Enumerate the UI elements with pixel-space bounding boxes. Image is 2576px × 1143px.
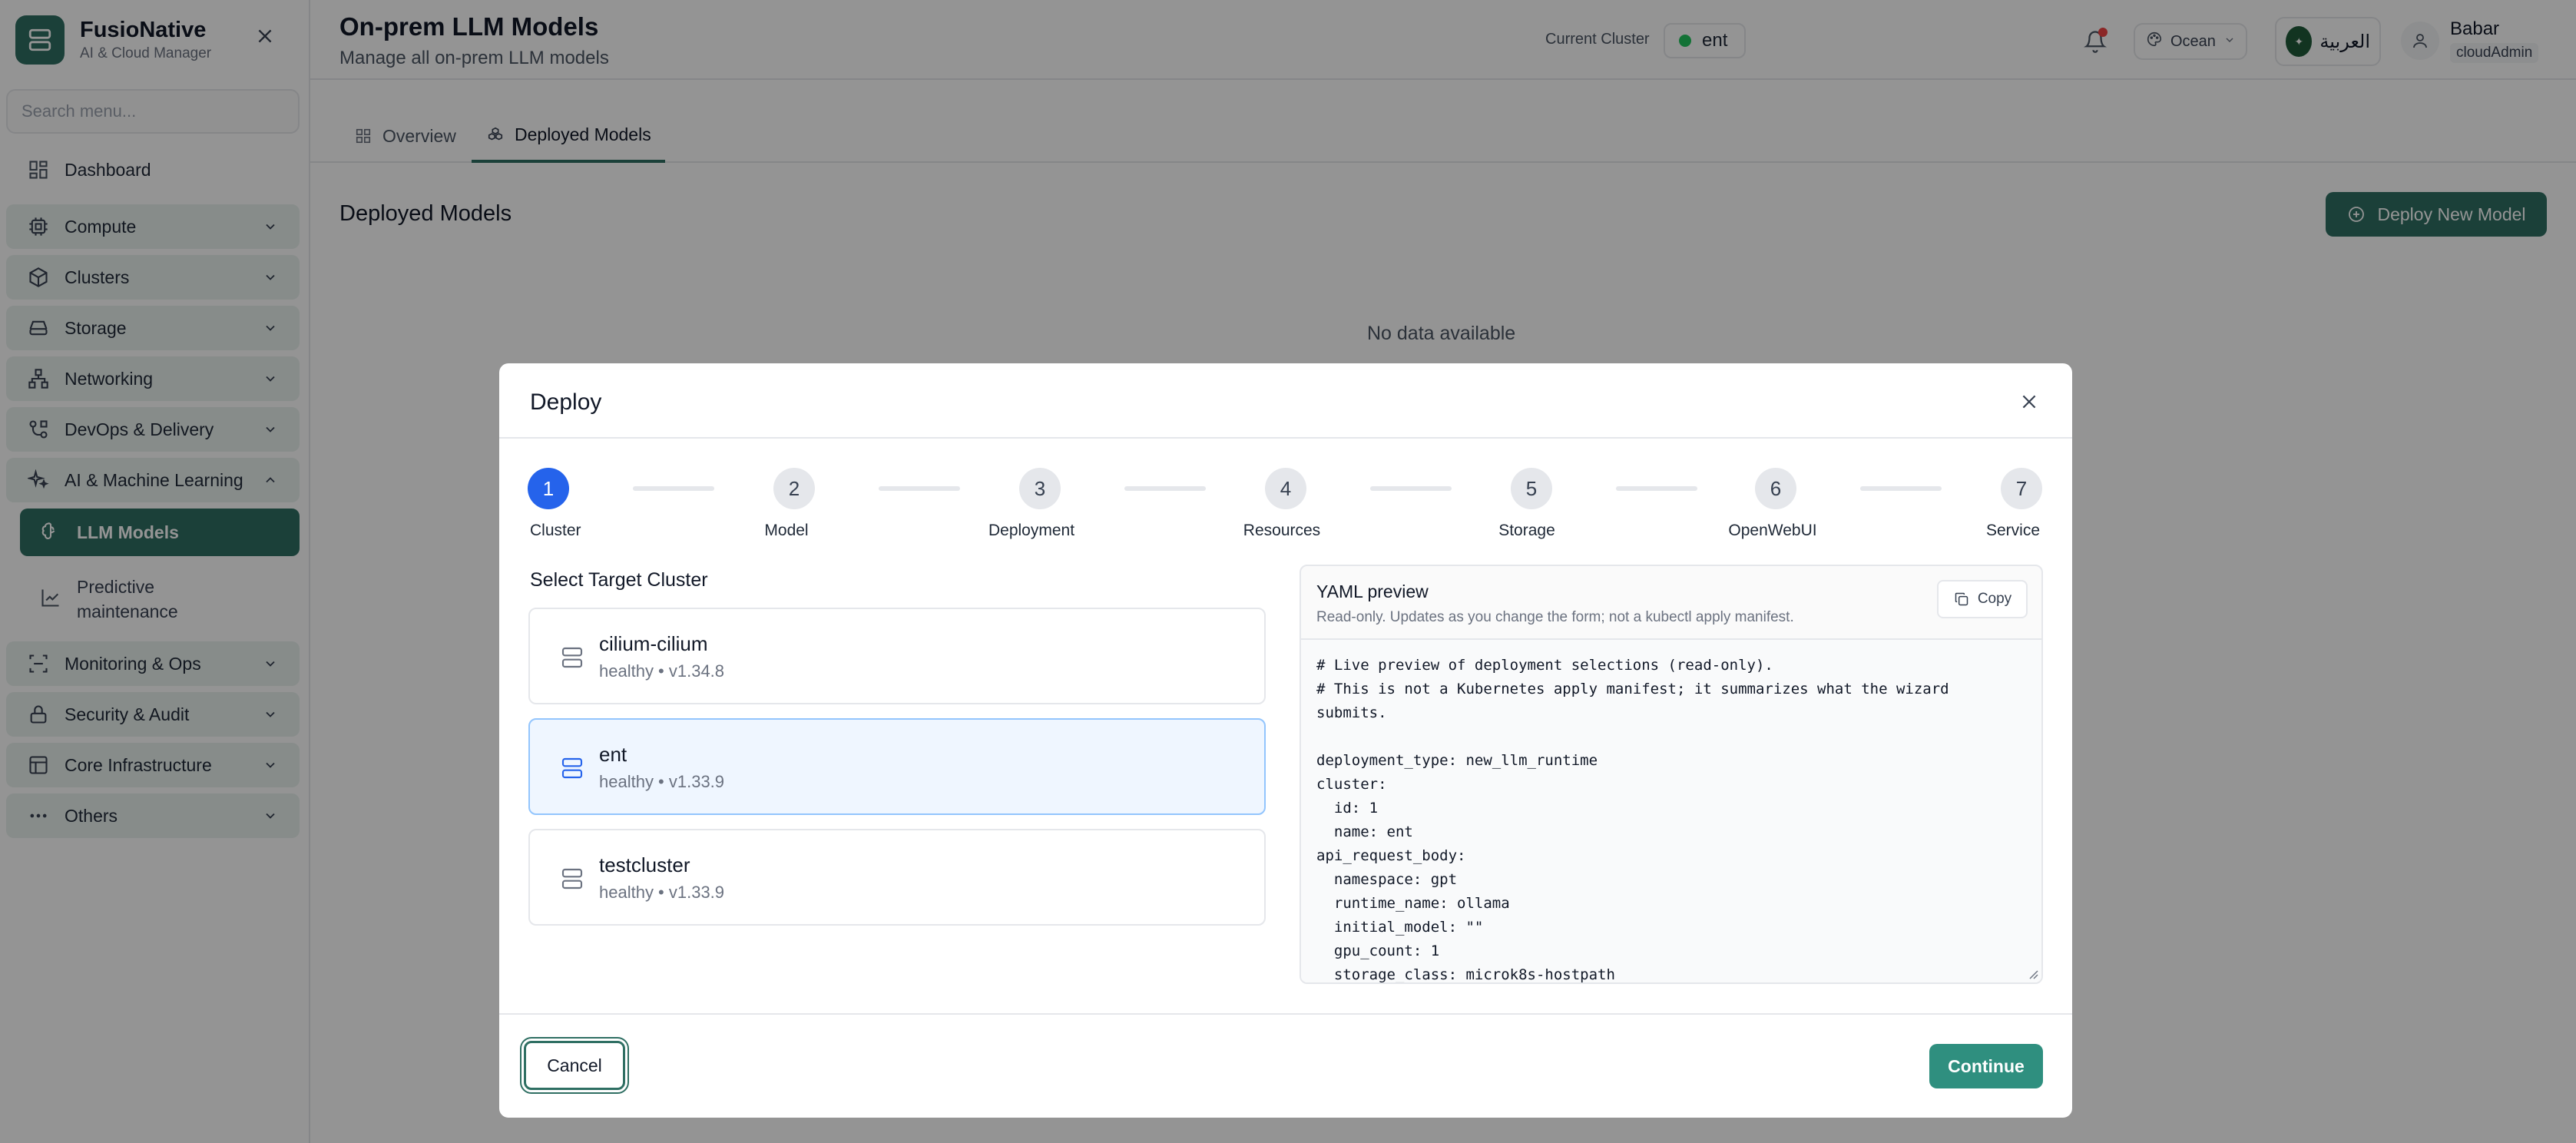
step-connector	[1616, 486, 1697, 491]
close-icon	[2022, 395, 2036, 409]
step-label: Model	[764, 522, 809, 539]
step-cluster: 1 Cluster	[487, 468, 610, 540]
copy-yaml-button[interactable]: Copy	[1937, 580, 2028, 618]
step-connector	[879, 486, 960, 491]
step-label: Deployment	[988, 522, 1075, 539]
step-connector	[1124, 486, 1206, 491]
yaml-preview-panel: YAML preview Read-only. Updates as you c…	[1300, 565, 2043, 984]
step-service: 7 Service	[1960, 468, 2083, 540]
cluster-option-ent[interactable]: ent healthy • v1.33.9	[528, 718, 1266, 815]
step-number: 7	[2001, 468, 2042, 509]
modal-close-button[interactable]	[2017, 389, 2041, 414]
cluster-status: healthy • v1.33.9	[599, 883, 725, 902]
step-connector	[1860, 486, 1942, 491]
step-model: 2 Model	[733, 468, 856, 540]
step-number: 6	[1755, 468, 1796, 509]
step-resources: 4 Resources	[1224, 468, 1347, 540]
select-cluster-heading: Select Target Cluster	[530, 569, 708, 591]
step-deployment: 3 Deployment	[978, 468, 1101, 540]
modal-title: Deploy	[530, 389, 602, 415]
step-openwebui: 6 OpenWebUI	[1714, 468, 1837, 540]
step-label: Resources	[1243, 522, 1321, 539]
server-icon	[559, 643, 585, 672]
step-connector	[1370, 486, 1452, 491]
cluster-status: healthy • v1.34.8	[599, 661, 725, 681]
cluster-name: testcluster	[599, 853, 690, 876]
yaml-preview-textarea[interactable]: # Live preview of deployment selections …	[1301, 638, 2041, 982]
step-connector	[633, 486, 714, 491]
step-number: 4	[1265, 468, 1306, 509]
copy-label: Copy	[1977, 591, 2012, 607]
cluster-status: healthy • v1.33.9	[599, 772, 725, 791]
server-icon	[559, 754, 585, 783]
step-number: 1	[528, 468, 569, 509]
cluster-option-testcluster[interactable]: testcluster healthy • v1.33.9	[528, 829, 1266, 926]
step-label: Service	[1985, 522, 2040, 539]
modal-footer-divider	[499, 1013, 2072, 1015]
modal-header-divider	[499, 437, 2072, 439]
resize-handle-icon[interactable]	[2026, 967, 2038, 979]
step-label: OpenWebUI	[1728, 522, 1817, 539]
yaml-preview-title: YAML preview	[1316, 581, 1429, 601]
cluster-name: ent	[599, 743, 627, 766]
continue-button[interactable]: Continue	[1929, 1044, 2043, 1088]
deploy-modal: Deploy 1 Cluster 2 Model 3 Deployment 4 …	[499, 363, 2072, 1118]
cluster-option-cilium[interactable]: cilium-cilium healthy • v1.34.8	[528, 608, 1266, 704]
step-storage: 5 Storage	[1470, 468, 1593, 540]
step-number: 5	[1511, 468, 1552, 509]
step-number: 3	[1019, 468, 1061, 509]
yaml-preview-subtitle: Read-only. Updates as you change the for…	[1316, 609, 1794, 625]
cluster-name: cilium-cilium	[599, 632, 708, 655]
copy-icon	[1953, 591, 1970, 608]
step-label: Storage	[1498, 522, 1555, 539]
step-number: 2	[773, 468, 815, 509]
step-label: Cluster	[530, 522, 581, 539]
cancel-button[interactable]: Cancel	[520, 1037, 629, 1094]
server-icon	[559, 864, 585, 893]
